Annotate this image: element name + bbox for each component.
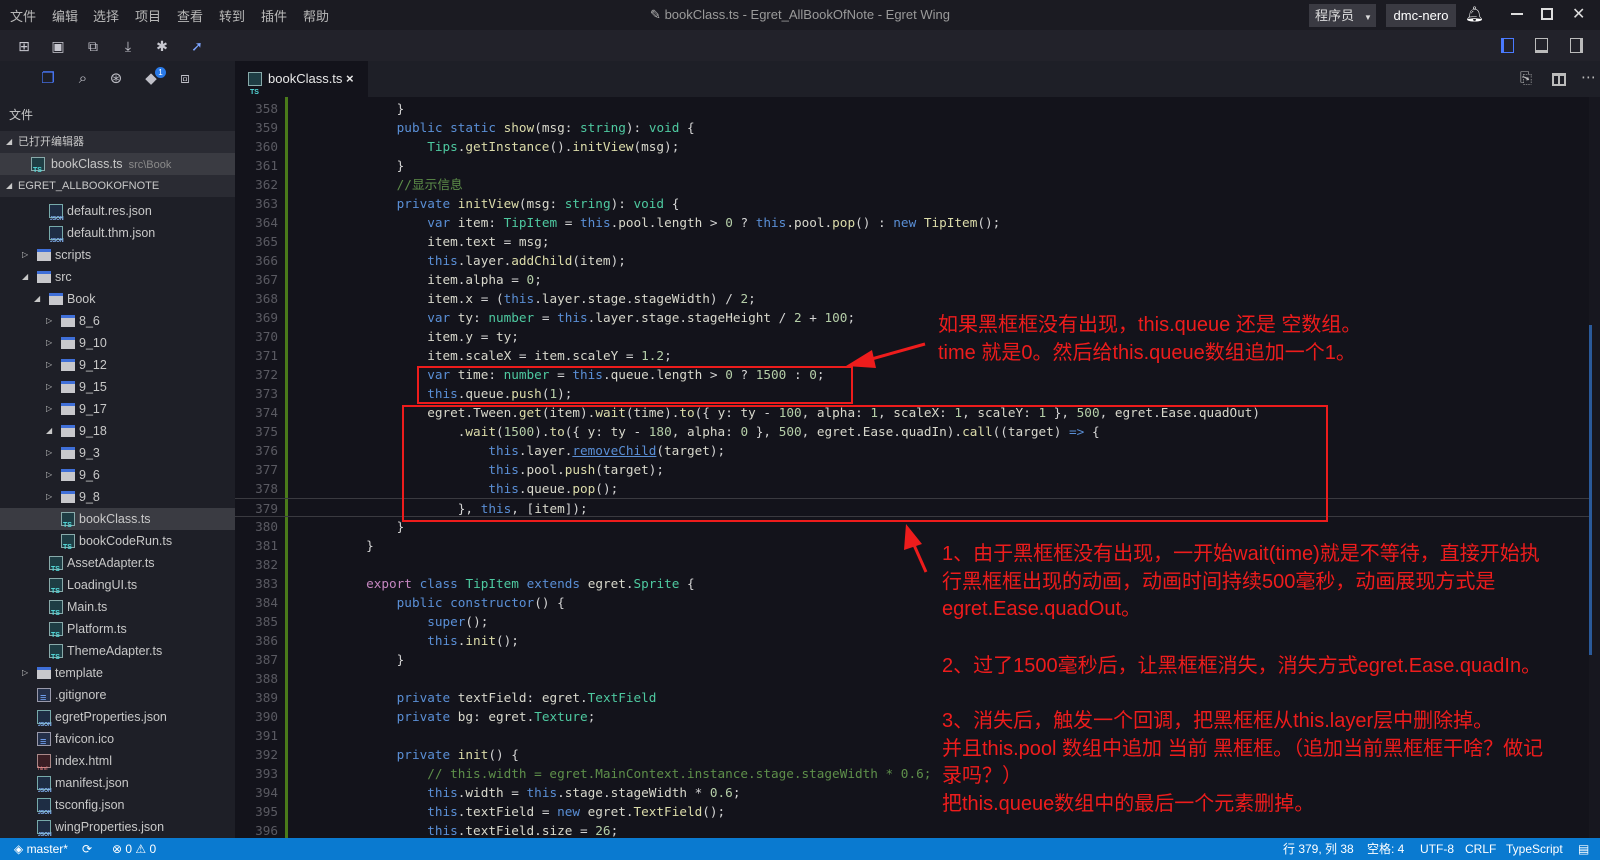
note-line: 2、过了1500毫秒后，让黑框框消失，消失方式egret.Ease.quadIn… xyxy=(942,655,1542,677)
problems-indicator[interactable]: ⊗ 0 ⚠ 0 xyxy=(112,838,156,860)
note-line: time 就是0。然后给this.queue数组追加一个1。 xyxy=(938,341,1356,364)
arrow-icon-2 xyxy=(904,524,928,573)
indentation[interactable]: 空格: 4 xyxy=(1367,838,1404,860)
branch-name: master* xyxy=(26,842,68,856)
note-line: 把this.queue数组中的最后一个元素删掉。 xyxy=(942,792,1315,815)
sync-icon[interactable]: ⟳ xyxy=(82,838,92,860)
cursor-position[interactable]: 行 379, 列 38 xyxy=(1283,838,1354,860)
note-line: 并且this.pool 数组中追加 当前 黑框框。（追加当前黑框框干啥？做记 xyxy=(942,737,1544,760)
git-branch[interactable]: ◈ master* xyxy=(14,838,68,860)
annotation-note-4: 3、消失后，触发一个回调，把黑框框从this.layer层中删除掉。 并且thi… xyxy=(942,708,1543,818)
note-line: 录吗？） xyxy=(942,765,1022,787)
language-mode[interactable]: TypeScript xyxy=(1506,838,1563,860)
feedback-icon[interactable]: ▤ xyxy=(1578,838,1589,860)
error-icon: ⊗ xyxy=(112,842,126,856)
note-line: 1、由于黑框框没有出现，一开始wait(time)就是不等待，直接开始执 xyxy=(942,543,1540,565)
note-line: 行黑框框出现的动画，动画时间持续500毫秒，动画展现方式是 xyxy=(942,570,1496,593)
line-ending[interactable]: CRLF xyxy=(1465,838,1496,860)
git-branch-icon: ◈ xyxy=(14,842,27,856)
annotation-note-3: 2、过了1500毫秒后，让黑框框消失，消失方式egret.Ease.quadIn… xyxy=(942,653,1541,681)
arrow-icon-1 xyxy=(846,342,926,368)
error-count: 0 xyxy=(125,842,133,856)
annotation-note-2: 1、由于黑框框没有出现，一开始wait(time)就是不等待，直接开始执 行黑框… xyxy=(942,541,1540,624)
status-bar: ◈ master* ⟳ ⊗ 0 ⚠ 0 行 379, 列 38 空格: 4 UT… xyxy=(0,838,1600,860)
encoding[interactable]: UTF-8 xyxy=(1420,838,1454,860)
note-line: 如果黑框框没有出现，this.queue 还是 空数组。 xyxy=(938,314,1362,336)
warning-count: 0 xyxy=(149,842,157,856)
annotation-note-1: 如果黑框框没有出现，this.queue 还是 空数组。 time 就是0。然后… xyxy=(938,312,1361,367)
note-line: egret.Ease.quadOut。 xyxy=(942,598,1142,620)
warning-icon: ⚠ xyxy=(135,842,150,856)
note-line: 3、消失后，触发一个回调，把黑框框从this.layer层中删除掉。 xyxy=(942,710,1494,732)
